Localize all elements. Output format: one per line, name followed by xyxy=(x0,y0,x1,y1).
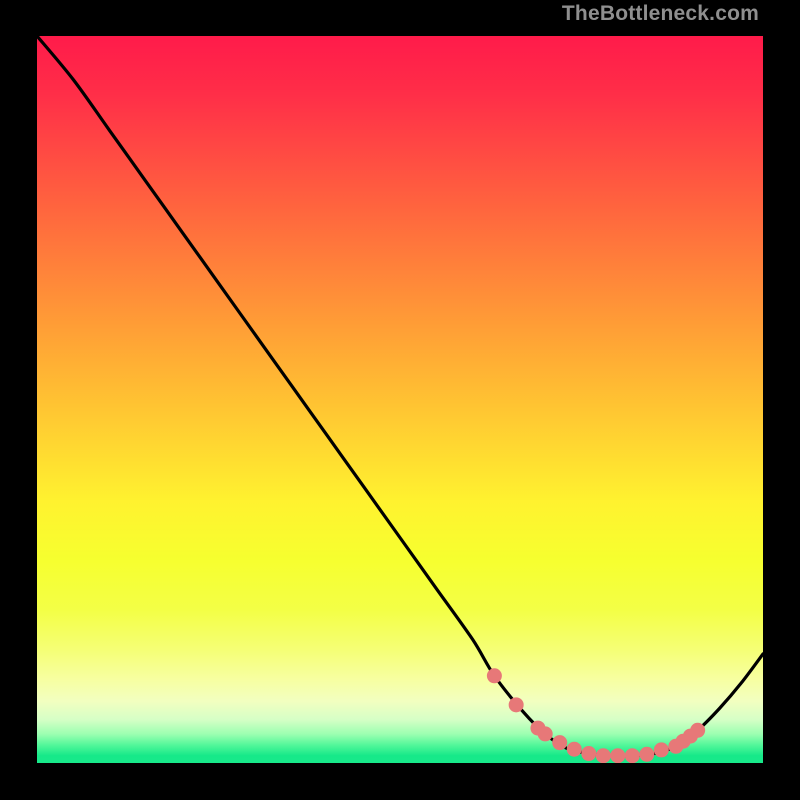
curve-marker xyxy=(654,742,669,757)
curve-marker xyxy=(487,668,502,683)
curve-marker xyxy=(690,723,705,738)
curve-marker xyxy=(581,746,596,761)
chart-background xyxy=(37,36,763,763)
chart-stage: TheBottleneck.com xyxy=(0,0,800,800)
curve-marker xyxy=(552,735,567,750)
attribution-label: TheBottleneck.com xyxy=(562,2,759,26)
curve-marker xyxy=(596,748,611,763)
curve-marker xyxy=(639,747,654,762)
curve-marker xyxy=(538,726,553,741)
curve-marker xyxy=(610,748,625,763)
curve-marker xyxy=(567,742,582,757)
bottleneck-chart xyxy=(37,36,763,763)
curve-marker xyxy=(509,697,524,712)
curve-marker xyxy=(625,748,640,763)
